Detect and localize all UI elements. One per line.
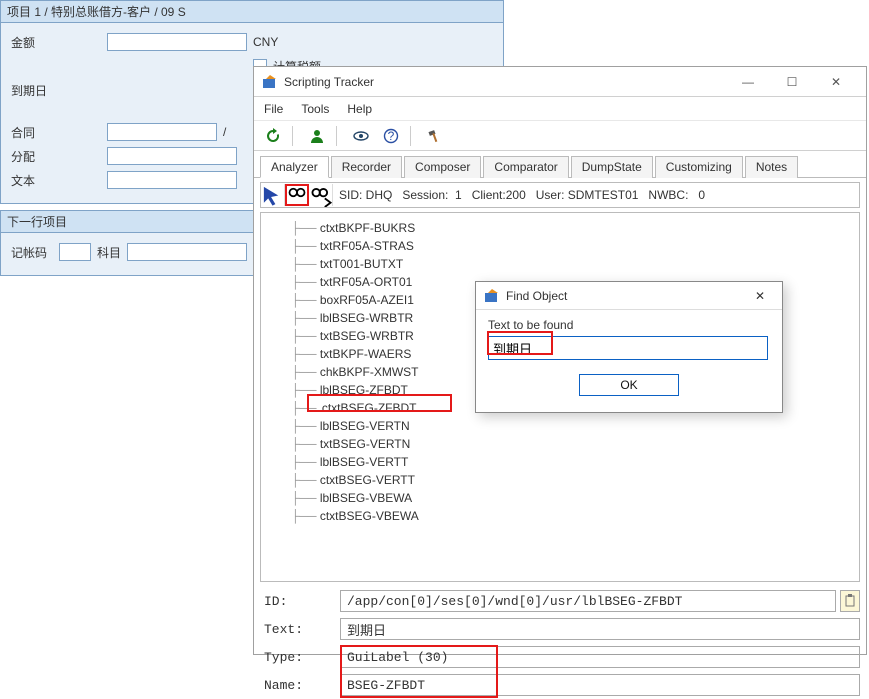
close-button[interactable]: ✕ (814, 68, 858, 96)
contract-slash: / (223, 125, 226, 139)
tree-item[interactable]: ├── ctxtBSEG-VERTT (291, 471, 859, 489)
tree-item[interactable]: ├── ctxtBSEG-VBEWA (291, 507, 859, 525)
prop-text-value[interactable]: 到期日 (340, 618, 860, 640)
tabstrip: Analyzer Recorder Composer Comparator Du… (254, 151, 866, 178)
find-object-dialog: Find Object ✕ Text to be found OK (475, 281, 783, 413)
tree-item[interactable]: ├── txtRF05A-STRAS (291, 237, 859, 255)
account-label: 科目 (97, 244, 121, 261)
prop-text-label: Text: (260, 622, 340, 637)
panel-title: 项目 1 / 特别总账借方-客户 / 09 S (1, 1, 503, 23)
find-next-icon[interactable] (309, 184, 333, 206)
text-input[interactable] (107, 171, 237, 189)
alloc-input[interactable] (107, 147, 237, 165)
properties-pane: ID: /app/con[0]/ses[0]/wnd[0]/usr/lblBSE… (260, 587, 860, 654)
tab-dumpstate[interactable]: DumpState (571, 156, 653, 178)
currency-text: CNY (253, 35, 278, 49)
prop-id-label: ID: (260, 594, 340, 609)
eye-icon[interactable] (350, 125, 372, 147)
dialog-app-icon (484, 288, 500, 304)
prop-type-value[interactable]: GuiLabel (30) (340, 646, 860, 668)
copy-id-button[interactable] (840, 590, 860, 612)
prop-type-label: Type: (260, 650, 340, 665)
menu-tools[interactable]: Tools (301, 102, 329, 116)
refresh-icon[interactable] (262, 125, 284, 147)
analyzer-toolbar: SID: DHQ Session: 1 Client:200 User: SDM… (260, 182, 860, 208)
minimize-button[interactable]: — (726, 68, 770, 96)
maximize-button[interactable]: ☐ (770, 68, 814, 96)
alloc-label: 分配 (7, 148, 107, 165)
tab-customizing[interactable]: Customizing (655, 156, 743, 178)
postkey-input[interactable] (59, 243, 91, 261)
tree-item[interactable]: ├── lblBSEG-VERTT (291, 453, 859, 471)
pointer-icon[interactable] (261, 184, 285, 206)
dialog-titlebar[interactable]: Find Object ✕ (476, 282, 782, 310)
tracker-title: Scripting Tracker (284, 75, 726, 89)
tree-item[interactable]: ├── lblBSEG-VERTN (291, 417, 859, 435)
contract-input[interactable] (107, 123, 217, 141)
user-icon[interactable] (306, 125, 328, 147)
menubar: File Tools Help (254, 97, 866, 121)
tab-recorder[interactable]: Recorder (331, 156, 402, 178)
app-icon (262, 74, 278, 90)
contract-label: 合同 (7, 124, 107, 141)
tab-notes[interactable]: Notes (745, 156, 798, 178)
postkey-label: 记帐码 (7, 244, 59, 261)
due-label: 到期日 (7, 82, 107, 99)
tree-item[interactable]: ├── ctxtBKPF-BUKRS (291, 219, 859, 237)
session-info: SID: DHQ Session: 1 Client:200 User: SDM… (333, 188, 705, 202)
tab-composer[interactable]: Composer (404, 156, 481, 178)
text-label: 文本 (7, 172, 107, 189)
prop-id-value[interactable]: /app/con[0]/ses[0]/wnd[0]/usr/lblBSEG-ZF… (340, 590, 836, 612)
tree-item[interactable]: ├── txtT001-BUTXT (291, 255, 859, 273)
tree-item[interactable]: ├── lblBSEG-VBEWA (291, 489, 859, 507)
tracker-titlebar[interactable]: Scripting Tracker — ☐ ✕ (254, 67, 866, 97)
dialog-close-button[interactable]: ✕ (746, 289, 774, 303)
account-input[interactable] (127, 243, 247, 261)
ok-button[interactable]: OK (579, 374, 679, 396)
hammer-icon[interactable] (424, 125, 446, 147)
amount-label: 金额 (7, 34, 107, 51)
help-icon[interactable]: ? (380, 125, 402, 147)
dialog-field-label: Text to be found (488, 318, 770, 332)
prop-name-value[interactable]: BSEG-ZFBDT (340, 674, 860, 696)
dialog-title: Find Object (506, 289, 746, 303)
menu-help[interactable]: Help (347, 102, 372, 116)
toolbar: ? (254, 121, 866, 151)
find-icon[interactable] (285, 184, 309, 206)
svg-text:?: ? (388, 129, 395, 143)
find-text-input[interactable] (488, 336, 768, 360)
amount-input[interactable] (107, 33, 247, 51)
tab-comparator[interactable]: Comparator (483, 156, 568, 178)
tab-analyzer[interactable]: Analyzer (260, 156, 329, 178)
prop-name-label: Name: (260, 678, 340, 693)
menu-file[interactable]: File (264, 102, 283, 116)
tree-item[interactable]: ├── txtBSEG-VERTN (291, 435, 859, 453)
